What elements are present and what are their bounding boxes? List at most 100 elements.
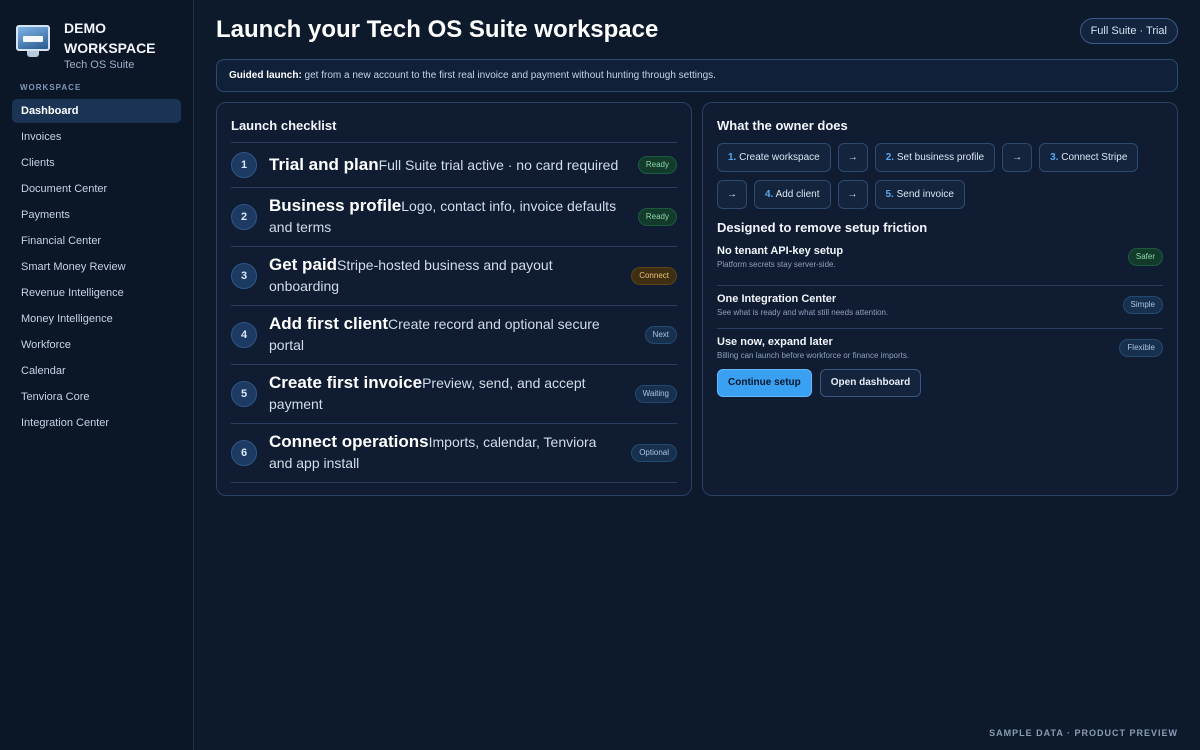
checklist-step[interactable]: 3 Get paidStripe-hosted business and payo… [231, 247, 677, 306]
step-title: Trial and plan [269, 154, 379, 174]
launch-checklist-card: Launch checklist 1 Trial and planFull Sui… [216, 102, 692, 496]
sidebar-item-money-intelligence[interactable]: Money Intelligence [12, 307, 181, 331]
arrow-right-icon: → [1002, 143, 1033, 172]
step-title: Business profile [269, 196, 402, 215]
step-text: Connect operationsImports, calendar, Ten… [269, 432, 619, 474]
banner-text: get from a new account to the first real… [301, 70, 716, 81]
flow-step-label: Send invoice [896, 189, 954, 200]
feature-badge: Safer [1127, 248, 1163, 266]
feature-item: No tenant API-key setup Platform secrets … [717, 243, 1163, 286]
flow-step-number: 3. [1050, 152, 1059, 163]
step-text: Add first clientCreate record and option… [269, 314, 619, 356]
workspace-name: Demo Workspace [64, 20, 156, 56]
flow-step-send-invoice[interactable]: 5. Send invoice [874, 180, 965, 209]
sidebar-item-workforce[interactable]: Workforce [12, 333, 181, 357]
flow-row: 1. Create workspace → 2. Set business prof… [717, 143, 1167, 172]
flow-step-number: 1. [728, 152, 737, 163]
checklist: 1 Trial and planFull Suite trial active ·… [231, 142, 677, 483]
flow-step-connect-stripe[interactable]: 3. Connect Stripe [1039, 143, 1139, 172]
guided-launch-banner: Guided launch: get from a new account to… [216, 59, 1178, 92]
feature-description: Billing can launch before workforce or f… [717, 351, 910, 360]
sidebar: Demo Workspace Tech OS Suite WORKSPACE D… [0, 0, 194, 750]
flow-step-create-workspace[interactable]: 1. Create workspace [717, 143, 831, 172]
step-number-badge: 6 [231, 440, 257, 466]
continue-setup-button[interactable]: Continue setup [717, 369, 812, 397]
step-text: Create first invoicePreview, send, and a… [269, 373, 619, 415]
checklist-title: Launch checklist [231, 118, 337, 133]
owner-card: What the owner does 1. Create workspace →… [702, 102, 1178, 496]
checklist-step[interactable]: 6 Connect operationsImports, calendar, Te… [231, 424, 677, 483]
status-badge: Ready [637, 156, 677, 174]
sidebar-item-revenue-intelligence[interactable]: Revenue Intelligence [12, 281, 181, 305]
sidebar-item-calendar[interactable]: Calendar [12, 359, 181, 383]
feature-list: No tenant API-key setup Platform secrets … [717, 243, 1163, 372]
step-number-badge: 5 [231, 381, 257, 407]
step-text: Get paidStripe-hosted business and payou… [269, 255, 619, 297]
status-badge: Next [644, 326, 677, 344]
sidebar-item-tenviora-core[interactable]: Tenviora Core [12, 385, 181, 409]
status-badge: Optional [631, 444, 677, 462]
feature-title: One Integration Center [717, 293, 837, 305]
step-description: Full Suite trial active · no card requir… [378, 156, 619, 173]
sidebar-item-integration-center[interactable]: Integration Center [12, 411, 181, 435]
brand[interactable]: Demo Workspace Tech OS Suite [14, 18, 174, 71]
step-title: Connect operations [269, 432, 429, 451]
page-title: Launch your Tech OS Suite workspace [216, 16, 659, 43]
flow-step-add-client[interactable]: 4. Add client [754, 180, 831, 209]
status-badge: Connect [631, 267, 677, 285]
checklist-step[interactable]: 2 Business profileLogo, contact info, inv… [231, 188, 677, 247]
flow-step-label: Set business profile [896, 152, 985, 163]
plan-badge[interactable]: Full Suite · Trial [1079, 18, 1178, 44]
sidebar-item-financial-center[interactable]: Financial Center [12, 229, 181, 253]
step-number-badge: 4 [231, 322, 257, 348]
arrow-right-icon: → [837, 143, 868, 172]
flow-step-label: Create workspace [739, 152, 820, 163]
sidebar-item-smart-money-review[interactable]: Smart Money Review [12, 255, 181, 279]
flow-step-label: Add client [775, 189, 820, 200]
step-number-badge: 1 [231, 152, 257, 178]
feature-badge: Flexible [1119, 339, 1163, 357]
feature-description: Platform secrets stay server-side. [717, 260, 836, 269]
sidebar-item-dashboard[interactable]: Dashboard [12, 99, 181, 123]
checklist-step[interactable]: 1 Trial and planFull Suite trial active ·… [231, 143, 677, 188]
step-title: Get paid [269, 255, 338, 274]
sidebar-nav: Dashboard Invoices Clients Document Center P… [12, 99, 181, 437]
step-number-badge: 2 [231, 204, 257, 230]
owner-flow: 1. Create workspace → 2. Set business prof… [717, 143, 1167, 217]
nav-section-label: WORKSPACE [20, 83, 82, 92]
flow-step-label: Connect Stripe [1061, 152, 1128, 163]
sidebar-item-payments[interactable]: Payments [12, 203, 181, 227]
step-title: Add first client [269, 314, 389, 333]
checklist-step[interactable]: 5 Create first invoicePreview, send, and … [231, 365, 677, 424]
flow-row: → 4. Add client → 5. Send invoice [717, 180, 1167, 209]
workspace-subtitle: Tech OS Suite [64, 59, 135, 71]
step-title: Create first invoice [269, 373, 423, 392]
sidebar-item-document-center[interactable]: Document Center [12, 177, 181, 201]
footer-note: SAMPLE DATA · PRODUCT PREVIEW [989, 728, 1178, 738]
step-number-badge: 3 [231, 263, 257, 289]
feature-description: See what is ready and what still needs a… [717, 308, 889, 317]
sidebar-item-invoices[interactable]: Invoices [12, 125, 181, 149]
step-text: Business profileLogo, contact info, invo… [269, 196, 619, 238]
feature-title: No tenant API-key setup [717, 245, 844, 257]
card-actions: Continue setup Open dashboard [717, 369, 929, 397]
open-dashboard-button[interactable]: Open dashboard [819, 369, 922, 397]
checklist-step[interactable]: 4 Add first clientCreate record and optio… [231, 306, 677, 365]
flow-step-set-business-profile[interactable]: 2. Set business profile [874, 143, 996, 172]
feature-item: Use now, expand later Billing can launch … [717, 329, 1163, 372]
flow-step-number: 2. [885, 152, 895, 163]
brand-logo-icon [14, 21, 52, 59]
feature-title: Use now, expand later [717, 336, 833, 348]
status-badge: Waiting [634, 385, 677, 403]
feature-item: One Integration Center See what is ready … [717, 286, 1163, 329]
feature-badge: Simple [1122, 296, 1163, 314]
flow-step-number: 5. [885, 189, 894, 200]
friction-title: Designed to remove setup friction [717, 220, 928, 235]
arrow-right-icon: → [837, 180, 868, 209]
owner-title: What the owner does [717, 118, 848, 133]
main-content: Launch your Tech OS Suite workspace Full… [194, 0, 1200, 750]
arrow-right-icon: → [717, 180, 747, 209]
sidebar-item-clients[interactable]: Clients [12, 151, 181, 175]
banner-label: Guided launch: [229, 70, 302, 81]
status-badge: Ready [637, 208, 677, 226]
